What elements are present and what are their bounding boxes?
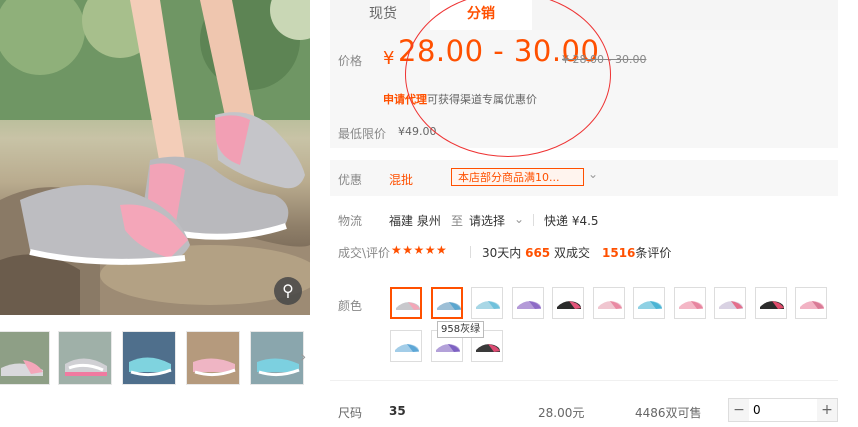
chevron-right-icon[interactable]: ›: [300, 345, 312, 369]
shoe-thumbnail: [396, 302, 420, 312]
deals-label: 成交\评价: [338, 246, 391, 260]
size-price: 28.00元: [538, 406, 585, 420]
color-swatch[interactable]: [592, 287, 625, 319]
price-label: 价格: [338, 54, 363, 68]
shoe-thumbnail: [638, 301, 662, 311]
color-swatch[interactable]: [511, 287, 544, 319]
increase-button[interactable]: +: [817, 399, 837, 421]
color-swatch[interactable]: [552, 287, 584, 319]
deal-unit: 双成交: [554, 246, 591, 260]
color-swatch[interactable]: [390, 330, 422, 362]
divider: [330, 380, 838, 381]
shoe-thumbnail: [759, 301, 784, 311]
tab-distribution[interactable]: 分销: [430, 0, 532, 30]
color-swatch[interactable]: [390, 287, 422, 319]
shoe-thumbnail: [435, 344, 460, 354]
thumbnail[interactable]: [122, 331, 176, 385]
shoe-thumbnail: [516, 301, 541, 311]
mixed-batch-link[interactable]: 混批: [389, 171, 413, 188]
chevron-down-icon[interactable]: ⌄: [588, 167, 598, 181]
shipping-label: 物流: [338, 214, 363, 228]
quantity-input[interactable]: [753, 401, 813, 419]
color-swatch[interactable]: [754, 287, 787, 319]
shoe-thumbnail: [476, 301, 500, 311]
chevron-down-icon[interactable]: ⌄: [514, 212, 524, 226]
color-label: 颜色: [338, 299, 363, 313]
decrease-button[interactable]: −: [729, 399, 749, 421]
coupon-badge[interactable]: 本店部分商品满10...: [451, 168, 584, 186]
thumbnail[interactable]: [250, 331, 304, 385]
color-swatch[interactable]: [430, 287, 463, 319]
shoe-photo: [0, 0, 310, 315]
min-price-label: 最低限价: [338, 127, 387, 141]
color-swatch[interactable]: [673, 287, 706, 319]
ship-from: 福建 泉州: [389, 214, 441, 228]
color-swatch[interactable]: [795, 287, 827, 319]
review-unit: 条评价: [635, 246, 672, 260]
shoe-thumbnail: [678, 301, 703, 311]
purchase-mode-tabs: 现货 分销: [330, 0, 838, 30]
size-stock: 4486双可售: [635, 406, 702, 420]
original-price: ¥ 28.00 - 30.00: [562, 53, 647, 66]
shoe-thumbnail: [597, 301, 622, 311]
swatch-tooltip: 958灰绿: [437, 321, 485, 338]
thumbnail[interactable]: [0, 331, 50, 385]
size-value: 35: [389, 404, 406, 418]
tab-spot-goods[interactable]: 现货: [338, 0, 428, 30]
main-product-image[interactable]: ⚲: [0, 0, 310, 315]
color-swatch[interactable]: [714, 287, 746, 319]
apply-agent-link[interactable]: 申请代理: [383, 93, 427, 106]
size-label: 尺码: [338, 406, 363, 420]
thumbnail-strip: [0, 331, 310, 385]
price-currency: ¥: [383, 48, 395, 69]
thumbnail[interactable]: [58, 331, 112, 385]
divider: [470, 246, 471, 258]
deal-count: 665: [525, 246, 551, 260]
shoe-thumbnail: [557, 301, 581, 311]
agent-benefit-text: 可获得渠道专属优惠价: [427, 93, 537, 106]
min-price-value: ¥49.00: [398, 125, 437, 138]
review-count: 1516: [602, 246, 636, 260]
rating-stars: ★★★★★: [391, 243, 448, 257]
color-swatch[interactable]: [471, 287, 503, 319]
shoe-thumbnail: [719, 301, 743, 311]
promo-label: 优惠: [338, 173, 363, 187]
shoe-thumbnail: [476, 344, 500, 354]
divider: [533, 214, 534, 226]
thumbnail[interactable]: [186, 331, 240, 385]
ship-to-word: 至: [451, 214, 464, 228]
quantity-stepper: − +: [728, 398, 838, 422]
product-gallery: ⚲ ›: [0, 0, 310, 427]
product-info-panel: 现货 分销 价格 ¥ 28.00 - 30.00 ¥ 28.00 - 30.00…: [330, 0, 838, 427]
deal-period: 30天内: [482, 246, 522, 260]
review-line[interactable]: 1516条评价: [602, 244, 671, 261]
shoe-thumbnail: [800, 301, 824, 311]
destination-select[interactable]: 请选择: [469, 212, 505, 229]
agent-apply-line: 申请代理可获得渠道专属优惠价: [383, 91, 537, 107]
deal-count-line: 30天内 665 双成交: [482, 244, 590, 261]
magnifier-icon[interactable]: ⚲: [274, 277, 302, 305]
express-fee: 快递 ¥4.5: [544, 214, 599, 228]
shoe-thumbnail: [436, 302, 461, 312]
color-swatch[interactable]: [633, 287, 665, 319]
shoe-thumbnail: [395, 344, 419, 354]
